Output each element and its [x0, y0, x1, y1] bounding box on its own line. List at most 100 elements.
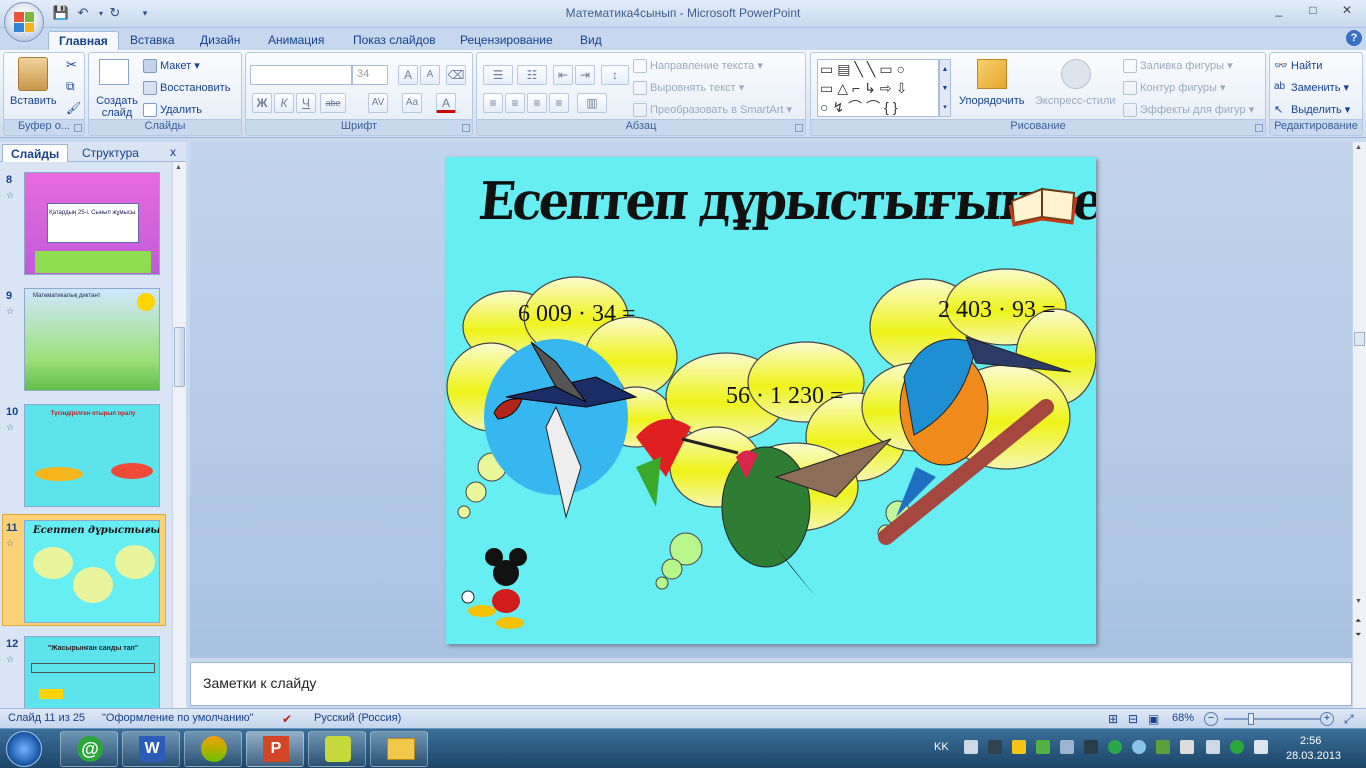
- math-expression-2[interactable]: 56 · 1 230 =: [726, 383, 844, 410]
- tray-icon[interactable]: [1156, 740, 1170, 754]
- tab-review[interactable]: Рецензирование: [450, 31, 563, 50]
- start-button[interactable]: [6, 731, 42, 767]
- slide-sorter-icon[interactable]: ⊟: [1128, 712, 1138, 726]
- editor-scrollbar[interactable]: ▲ ▼ ⏶ ⏷: [1352, 142, 1366, 708]
- tray-icon[interactable]: [1036, 740, 1050, 754]
- tray-icon[interactable]: [1012, 740, 1026, 754]
- fit-to-window-icon[interactable]: ⤢: [1344, 712, 1354, 727]
- tab-animation[interactable]: Анимация: [258, 31, 334, 50]
- office-button[interactable]: [4, 2, 44, 42]
- prev-slide-icon[interactable]: ⏶: [1355, 616, 1361, 626]
- numbering-icon[interactable]: ☷: [517, 65, 547, 85]
- shrink-font-button[interactable]: A: [420, 65, 440, 85]
- taskbar-app[interactable]: [184, 731, 242, 767]
- maximize-button[interactable]: □: [1300, 3, 1326, 21]
- align-right-icon[interactable]: ≡: [527, 93, 547, 113]
- theme-name[interactable]: "Оформление по умолчанию": [102, 712, 254, 724]
- taskbar-word[interactable]: W: [122, 731, 180, 767]
- zoom-level[interactable]: 68%: [1172, 712, 1194, 724]
- clear-format-icon[interactable]: ⌫: [446, 65, 466, 85]
- spellcheck-icon[interactable]: ✔: [282, 712, 292, 726]
- quick-styles-button[interactable]: Экспресс-стили: [1035, 95, 1115, 107]
- decrease-indent-icon[interactable]: ⇤: [553, 65, 573, 85]
- replace-button[interactable]: ab Заменить ▾: [1274, 81, 1349, 95]
- scroll-down-icon[interactable]: ▼: [1355, 598, 1362, 605]
- tab-home[interactable]: Главная: [48, 31, 119, 50]
- close-button[interactable]: ✕: [1334, 3, 1360, 21]
- columns-icon[interactable]: ▥: [577, 93, 607, 113]
- increase-indent-icon[interactable]: ⇥: [575, 65, 595, 85]
- align-left-icon[interactable]: ≡: [483, 93, 503, 113]
- slide-title[interactable]: Есептеп дұрыстығын тексер: [474, 171, 1096, 251]
- cut-icon[interactable]: ✂: [66, 57, 77, 73]
- dialog-launcher-icon[interactable]: [1255, 124, 1263, 132]
- slideshow-view-icon[interactable]: ▣: [1148, 712, 1159, 726]
- shape-fill-button[interactable]: Заливка фигуры ▾: [1123, 59, 1233, 74]
- dialog-launcher-icon[interactable]: [74, 124, 82, 132]
- dialog-launcher-icon[interactable]: [462, 124, 470, 132]
- help-icon[interactable]: ?: [1346, 30, 1362, 46]
- power-icon[interactable]: [1254, 740, 1268, 754]
- font-name-combo[interactable]: [250, 65, 352, 85]
- scroll-up-icon[interactable]: ▲: [175, 164, 182, 171]
- thumb-slide-12[interactable]: "Жасырынған санды тап": [24, 636, 160, 708]
- keyboard-language[interactable]: KK: [934, 741, 949, 753]
- bold-button[interactable]: Ж: [252, 93, 272, 113]
- scroll-thumb[interactable]: [1354, 332, 1365, 346]
- reset-button[interactable]: Восстановить: [143, 81, 230, 95]
- mail-agent-tray-icon[interactable]: [1230, 740, 1244, 754]
- tab-insert[interactable]: Вставка: [120, 31, 185, 50]
- select-button[interactable]: ↖ Выделить ▾: [1274, 103, 1350, 117]
- strike-button[interactable]: abe: [320, 93, 346, 113]
- paste-button[interactable]: Вставить: [10, 95, 57, 107]
- tray-icon[interactable]: [1132, 740, 1146, 754]
- notes-pane[interactable]: Заметки к слайду: [190, 662, 1352, 706]
- new-slide-button[interactable]: Создать слайд: [95, 95, 139, 119]
- arrange-button[interactable]: Упорядочить: [959, 95, 1024, 107]
- dialog-launcher-icon[interactable]: [795, 124, 803, 132]
- find-button[interactable]: 👓 Найти: [1274, 59, 1322, 73]
- taskbar-mail-agent[interactable]: @: [60, 731, 118, 767]
- font-size-combo[interactable]: 34: [352, 65, 388, 85]
- normal-view-icon[interactable]: ⊞: [1108, 712, 1118, 726]
- tray-icon[interactable]: [964, 740, 978, 754]
- font-color-button[interactable]: A: [436, 93, 456, 113]
- tray-icon[interactable]: [1060, 740, 1074, 754]
- tab-slideshow[interactable]: Показ слайдов: [343, 31, 446, 50]
- thumb-slide-11[interactable]: Есептеп дұрыстығын тексер: [24, 520, 160, 623]
- tray-icon[interactable]: [1108, 740, 1122, 754]
- tab-slides-pane[interactable]: Слайды: [2, 144, 69, 162]
- char-spacing-button[interactable]: AV: [368, 93, 388, 113]
- align-center-icon[interactable]: ≡: [505, 93, 525, 113]
- tray-icon[interactable]: [1084, 740, 1098, 754]
- action-center-flag-icon[interactable]: [1180, 740, 1194, 754]
- taskbar-app-2[interactable]: [308, 731, 366, 767]
- tab-design[interactable]: Дизайн: [190, 31, 250, 50]
- smartart-button[interactable]: Преобразовать в SmartArt ▾: [633, 103, 792, 118]
- shape-outline-button[interactable]: Контур фигуры ▾: [1123, 81, 1226, 96]
- shapes-gallery[interactable]: ▭▤╲╲▭○ ▭△⌐↳⇨⇩ ○↯⌒⌒{}: [817, 59, 939, 117]
- zoom-out-icon[interactable]: −: [1204, 712, 1218, 726]
- clock-time[interactable]: 2:56: [1300, 735, 1321, 747]
- language-status[interactable]: Русский (Россия): [314, 712, 401, 724]
- tray-icon[interactable]: [988, 740, 1002, 754]
- justify-icon[interactable]: ≡: [549, 93, 569, 113]
- thumb-slide-9[interactable]: Математикалық диктант: [24, 288, 160, 391]
- volume-icon[interactable]: [1206, 740, 1220, 754]
- grow-font-button[interactable]: A: [398, 65, 418, 85]
- close-pane-icon[interactable]: x: [170, 145, 176, 159]
- math-expression-3[interactable]: 2 403 · 93 =: [938, 297, 1056, 324]
- thumb-slide-10[interactable]: Түсіндірілген отырып оралу: [24, 404, 160, 507]
- delete-slide-button[interactable]: Удалить: [143, 103, 202, 117]
- zoom-slider-thumb[interactable]: [1248, 713, 1254, 725]
- change-case-button[interactable]: Aa: [402, 93, 422, 113]
- next-slide-icon[interactable]: ⏷: [1355, 630, 1361, 640]
- text-direction-button[interactable]: Направление текста ▾: [633, 59, 763, 74]
- clock-date[interactable]: 28.03.2013: [1286, 750, 1341, 762]
- scroll-up-icon[interactable]: ▲: [1355, 144, 1362, 151]
- thumbnails-scrollbar[interactable]: ▲: [172, 162, 186, 708]
- underline-button[interactable]: Ч: [296, 93, 316, 113]
- layout-button[interactable]: Макет ▾: [143, 59, 200, 74]
- taskbar-explorer[interactable]: [370, 731, 428, 767]
- minimize-button[interactable]: _: [1266, 3, 1292, 21]
